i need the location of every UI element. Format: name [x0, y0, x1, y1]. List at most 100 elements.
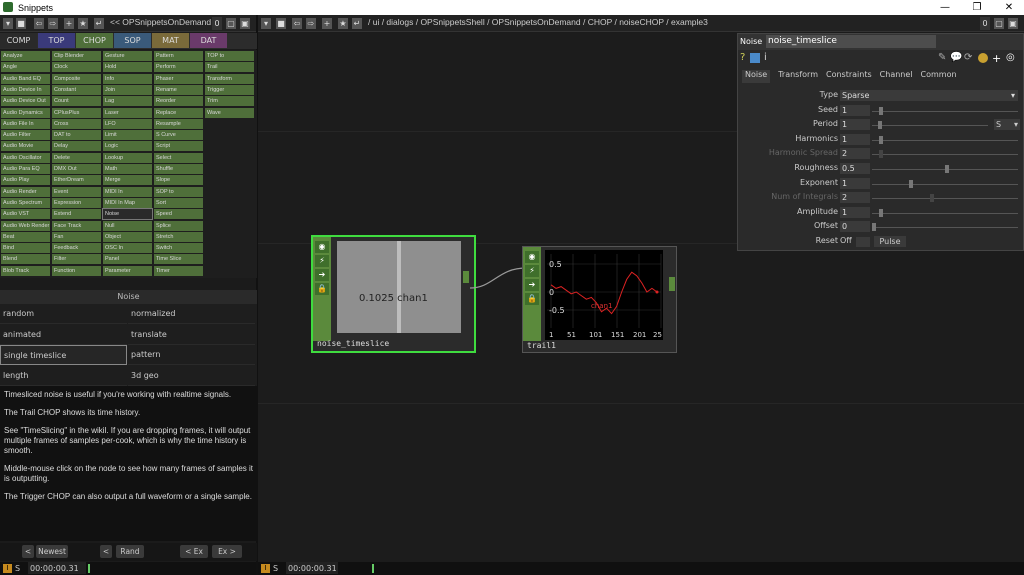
operator-timer[interactable]: Timer [154, 265, 203, 276]
param-tab-noise[interactable]: Noise [742, 70, 771, 83]
star-icon[interactable]: ★ [78, 18, 88, 29]
trail-viewer[interactable]: 0.5 0 -0.5 1 51 101 151 201 25 chan1 [545, 250, 663, 340]
param-value[interactable]: 1 [840, 206, 870, 218]
prev-example-button[interactable]: < Ex [180, 545, 208, 558]
operator-audio-filter[interactable]: Audio Filter [1, 130, 50, 141]
operator-feedback[interactable]: Feedback [52, 243, 101, 254]
operator-lookup[interactable]: Lookup [103, 152, 152, 163]
param-slider-handle[interactable] [879, 106, 884, 115]
param-slider-track[interactable] [872, 227, 1018, 229]
tag-3d-geo[interactable]: 3d geo [128, 366, 255, 386]
operator-join[interactable]: Join [103, 84, 152, 95]
trail-node-name[interactable]: trail1 [525, 340, 625, 351]
param-slider-handle[interactable] [872, 223, 876, 232]
operator-audio-dynamics[interactable]: Audio Dynamics [1, 107, 50, 118]
param-value[interactable]: 2 [840, 148, 870, 160]
info-icon[interactable]: I [3, 564, 12, 573]
operator-speed[interactable]: Speed [154, 209, 203, 220]
pane-icon[interactable]: ▢ [994, 18, 1004, 29]
operator-extend[interactable]: Extend [52, 209, 101, 220]
param-slider-track[interactable] [872, 125, 988, 127]
param-tab-common[interactable]: Common [921, 70, 957, 83]
operator-cross[interactable]: Cross [52, 118, 101, 129]
operator-trim[interactable]: Trim [205, 96, 254, 107]
back-icon[interactable]: ⇦ [34, 18, 44, 29]
operator-pattern[interactable]: Pattern [154, 51, 203, 61]
operator-clock[interactable]: Clock [52, 62, 101, 73]
operator-audio-band-eq[interactable]: Audio Band EQ [1, 73, 50, 84]
operator-shuffle[interactable]: Shuffle [154, 164, 203, 174]
operator-select[interactable]: Select [154, 152, 203, 163]
split-icon[interactable]: ▣ [240, 18, 250, 29]
operator-top-to[interactable]: TOP to [205, 51, 254, 61]
param-slider-handle[interactable] [945, 165, 949, 173]
param-slider-handle[interactable] [930, 194, 935, 203]
status-s[interactable]: S [15, 562, 20, 575]
operator-gesture[interactable]: Gesture [103, 51, 152, 61]
param-tab-transform[interactable]: Transform [778, 70, 818, 83]
operator-count[interactable]: Count [52, 96, 101, 107]
reset-icon[interactable]: ⟳ [964, 52, 972, 63]
param-node-name[interactable]: noise_timeslice [766, 35, 936, 48]
operator-lag[interactable]: Lag [103, 96, 152, 107]
left-time[interactable]: 00:00:00.31 [28, 562, 86, 574]
operator-hold[interactable]: Hold [103, 62, 152, 73]
param-slider-handle[interactable] [879, 135, 884, 144]
param-slider-track[interactable] [872, 212, 1018, 214]
add-icon[interactable]: + [64, 18, 74, 29]
trail-node[interactable]: ◉ ⚡ ➔ 🔒 0.5 0 -0.5 1 51 101 151 201 25 c… [522, 246, 677, 353]
operator-object[interactable]: Object [103, 231, 152, 242]
operator-logic[interactable]: Logic [103, 141, 152, 152]
return-icon[interactable]: ↵ [352, 18, 362, 29]
operator-stretch[interactable]: Stretch [154, 231, 203, 242]
python-icon[interactable] [750, 53, 760, 63]
operator-fan[interactable]: Fan [52, 231, 101, 242]
viewer-icon[interactable]: ◉ [315, 241, 329, 253]
operator-delete[interactable]: Delete [52, 152, 101, 163]
forward-icon[interactable]: ⇨ [48, 18, 58, 29]
newest-button[interactable]: Newest [36, 545, 68, 558]
operator-parameter[interactable]: Parameter [103, 265, 152, 276]
operator-trigger[interactable]: Trigger [205, 84, 254, 95]
noise-node-name[interactable]: noise_timeslice [315, 338, 435, 349]
operator-etherdream[interactable]: EtherDream [52, 175, 101, 186]
operator-audio-file-in[interactable]: Audio File In [1, 118, 50, 129]
lock-icon[interactable]: 🔒 [525, 293, 539, 305]
comment-icon[interactable]: 💬 [950, 52, 962, 63]
param-slider-handle[interactable] [879, 150, 884, 159]
param-unit-menu[interactable]: S ▾ [994, 119, 1020, 131]
family-tab-chop[interactable]: CHOP [76, 33, 113, 48]
param-value[interactable]: 1 [840, 177, 870, 189]
help-icon[interactable]: ? [740, 52, 745, 63]
family-tab-comp[interactable]: COMP [0, 33, 37, 48]
operator-blob-track[interactable]: Blob Track [1, 265, 50, 276]
info-icon[interactable]: i [764, 52, 767, 63]
newest-prev-button[interactable]: < [22, 545, 34, 558]
noise-viewer[interactable]: 0.1025 chan1 [337, 241, 461, 333]
lock-icon[interactable]: 🔒 [315, 283, 329, 295]
stop-icon[interactable]: ■ [16, 18, 26, 29]
operator-lfo[interactable]: LFO [103, 118, 152, 129]
right-time[interactable]: 00:00:00.31 [286, 562, 338, 574]
minimize-button[interactable]: — [930, 0, 960, 15]
star-icon[interactable]: ★ [338, 18, 348, 29]
target-icon[interactable]: ◎ [1006, 52, 1015, 63]
right-path-number[interactable]: 0 [980, 17, 990, 30]
forward-icon[interactable]: ⇨ [306, 18, 316, 29]
operator-rename[interactable]: Rename [154, 84, 203, 95]
operator-transform[interactable]: Transform [205, 73, 254, 84]
tag-pattern[interactable]: pattern [128, 345, 255, 365]
param-slider-track[interactable] [872, 183, 1018, 185]
operator-time-slice[interactable]: Time Slice [154, 254, 203, 265]
operator-s-curve[interactable]: S Curve [154, 130, 203, 141]
operator-dat-to[interactable]: DAT to [52, 130, 101, 141]
bypass-icon[interactable]: ⚡ [525, 265, 539, 277]
operator-perform[interactable]: Perform [154, 62, 203, 73]
operator-midi-in-map[interactable]: MIDI In Map [103, 197, 152, 208]
param-slider-track[interactable] [872, 198, 1018, 200]
menu-down-icon[interactable]: ▾ [261, 18, 271, 29]
param-value[interactable]: 1 [840, 104, 870, 116]
operator-reorder[interactable]: Reorder [154, 96, 203, 107]
add-icon[interactable]: + [992, 52, 1001, 65]
operator-audio-movie[interactable]: Audio Movie [1, 141, 50, 152]
